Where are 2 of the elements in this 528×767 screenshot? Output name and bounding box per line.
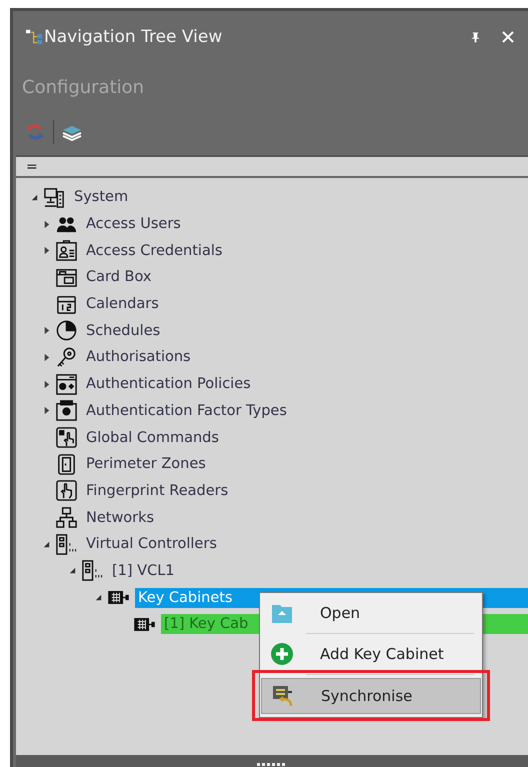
section-title: Configuration	[21, 76, 146, 100]
window-title: Navigation Tree View	[44, 27, 224, 47]
